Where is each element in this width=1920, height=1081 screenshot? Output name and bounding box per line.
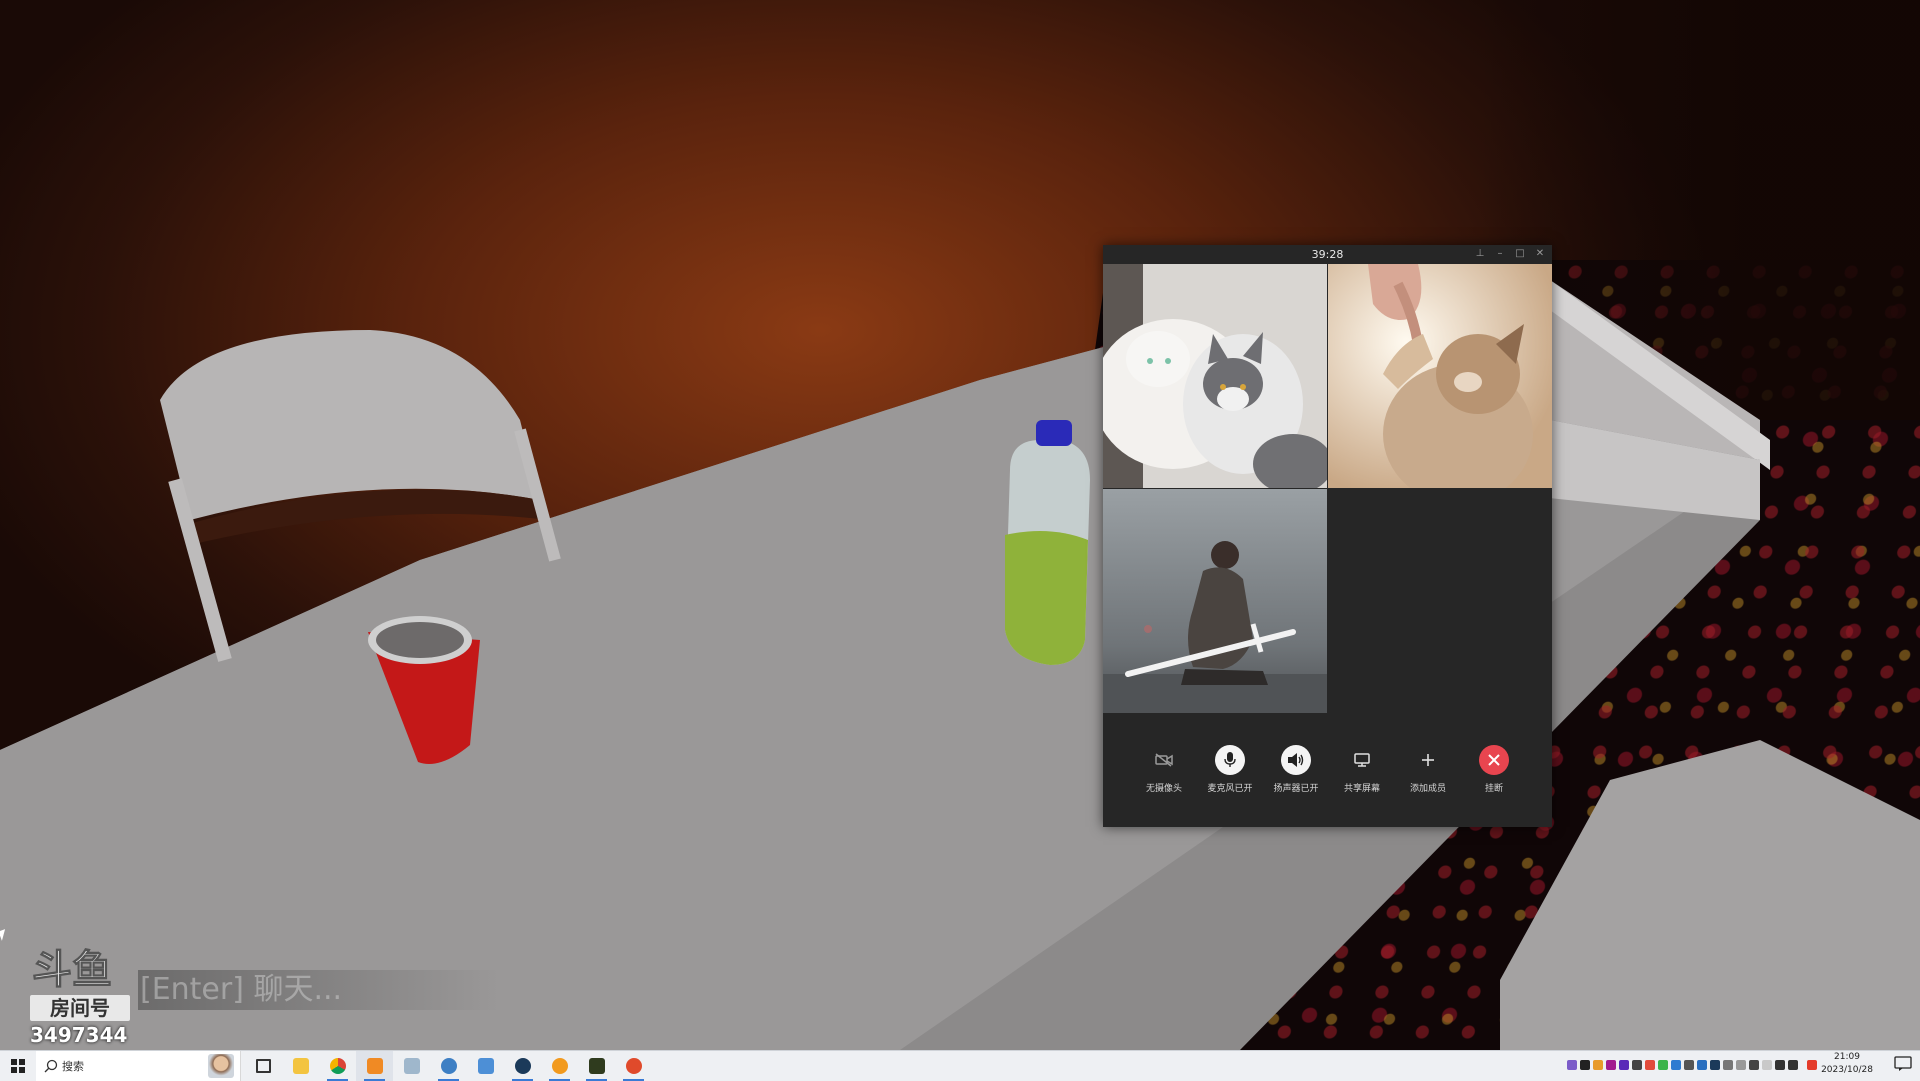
call-controls: 无摄像头 麦克风已开 扬声器已开 共享屏幕 添加成员 挂断: [1103, 745, 1552, 815]
file-explorer-icon[interactable]: [282, 1051, 319, 1081]
water-bottle: [1005, 420, 1090, 665]
add-member-label: 添加成员: [1409, 784, 1446, 794]
speaker-icon[interactable]: [1281, 745, 1311, 775]
tray-app-icon[interactable]: [1723, 1060, 1733, 1070]
douyu-watermark: 斗鱼 房间号 3497344: [30, 945, 134, 1047]
participant-video-2[interactable]: [1328, 264, 1552, 488]
taskbar-search[interactable]: 搜索: [36, 1051, 241, 1081]
hang-up-icon[interactable]: [1479, 745, 1509, 775]
search-highlight-image: [208, 1054, 234, 1078]
notification-icon[interactable]: [1894, 1056, 1912, 1072]
window-controls: ⊥ – □ ✕: [1474, 247, 1546, 261]
share-screen-control[interactable]: 共享屏幕: [1329, 745, 1395, 794]
monitor-icon[interactable]: [1347, 745, 1377, 775]
empty-video-slot: [1328, 489, 1552, 713]
tray-app-icon[interactable]: [1567, 1060, 1577, 1070]
hang-up-label: 挂断: [1484, 784, 1503, 794]
tray-app-icon[interactable]: [1762, 1060, 1772, 1070]
camera-label: 无摄像头: [1145, 784, 1182, 794]
wechat-icon[interactable]: [356, 1051, 393, 1081]
kitten-hand-image: [1328, 264, 1552, 488]
bird-app-icon[interactable]: [430, 1051, 467, 1081]
tray-app-icon[interactable]: [1593, 1060, 1603, 1070]
volume-icon[interactable]: [1788, 1060, 1798, 1070]
game-scene: [0, 0, 1920, 1050]
share-screen-label: 共享屏幕: [1343, 784, 1380, 794]
microphone-icon[interactable]: [1215, 745, 1245, 775]
camera-control[interactable]: 无摄像头: [1131, 745, 1197, 794]
windows-icon: [11, 1059, 25, 1073]
terminal-app-icon[interactable]: [578, 1051, 615, 1081]
camera-off-icon[interactable]: [1149, 745, 1179, 775]
near-table-corner: [1500, 740, 1920, 1050]
participant-video-3[interactable]: [1103, 489, 1327, 713]
svg-text:斗鱼: 斗鱼: [32, 947, 112, 989]
pin-icon[interactable]: ⊥: [1474, 247, 1486, 261]
flame-app-icon[interactable]: [541, 1051, 578, 1081]
search-icon: [44, 1059, 58, 1073]
hang-up-control[interactable]: 挂断: [1461, 745, 1527, 794]
cloud-icon[interactable]: [1671, 1060, 1681, 1070]
task-view-icon[interactable]: [245, 1051, 282, 1081]
taskbar-clock[interactable]: 21:09 2023/10/28: [1812, 1051, 1882, 1077]
tray-app-icon[interactable]: [1684, 1060, 1694, 1070]
search-input[interactable]: 搜索: [62, 1058, 84, 1074]
plus-icon[interactable]: [1413, 745, 1443, 775]
steam-icon[interactable]: [504, 1051, 541, 1081]
tray-app-icon[interactable]: [1619, 1060, 1629, 1070]
participant-video-1[interactable]: [1103, 264, 1327, 488]
close-icon[interactable]: ✕: [1534, 247, 1546, 261]
network-icon[interactable]: [1775, 1060, 1785, 1070]
tray-app-icon[interactable]: [1658, 1060, 1668, 1070]
start-button[interactable]: [0, 1051, 36, 1081]
clock-time: 21:09: [1834, 1052, 1860, 1062]
maximize-icon[interactable]: □: [1514, 247, 1526, 261]
room-label: 房间号: [30, 995, 130, 1021]
microphone-control[interactable]: 麦克风已开: [1197, 745, 1263, 794]
clock-date: 2023/10/28: [1821, 1065, 1873, 1075]
video-call-window[interactable]: 39:28 ⊥ – □ ✕ 无摄像头 麦克风已开 扬声器已开 共享屏幕 添加成员…: [1103, 245, 1552, 827]
two-cats-image: [1103, 264, 1327, 488]
call-titlebar[interactable]: 39:28 ⊥ – □ ✕: [1103, 245, 1552, 264]
tray-app-icon[interactable]: [1697, 1060, 1707, 1070]
minimize-icon[interactable]: –: [1494, 247, 1506, 261]
save-app-icon[interactable]: [467, 1051, 504, 1081]
tray-app-icon[interactable]: [1580, 1060, 1590, 1070]
microphone-tray-icon[interactable]: [1632, 1060, 1642, 1070]
speaker-control[interactable]: 扬声器已开: [1263, 745, 1329, 794]
tray-app-icon[interactable]: [1606, 1060, 1616, 1070]
mail-icon[interactable]: [393, 1051, 430, 1081]
microphone-label: 麦克风已开: [1207, 784, 1253, 794]
table-scene-drawing: [0, 280, 1920, 1050]
room-number: 3497344: [30, 1023, 128, 1047]
speaker-label: 扬声器已开: [1273, 784, 1319, 794]
chat-hint[interactable]: [Enter] 聊天...: [138, 970, 500, 1010]
add-member-control[interactable]: 添加成员: [1395, 745, 1461, 794]
tray-app-icon[interactable]: [1645, 1060, 1655, 1070]
tray-app-icon[interactable]: [1749, 1060, 1759, 1070]
taskbar-apps: [245, 1051, 652, 1081]
douyu-logo: 斗鱼: [32, 947, 113, 994]
steam-tray-icon[interactable]: [1710, 1060, 1720, 1070]
arrow-app-icon[interactable]: [615, 1051, 652, 1081]
tray-app-icon[interactable]: [1736, 1060, 1746, 1070]
chrome-icon[interactable]: [319, 1051, 356, 1081]
kneeling-swordsman-image: [1103, 489, 1327, 713]
